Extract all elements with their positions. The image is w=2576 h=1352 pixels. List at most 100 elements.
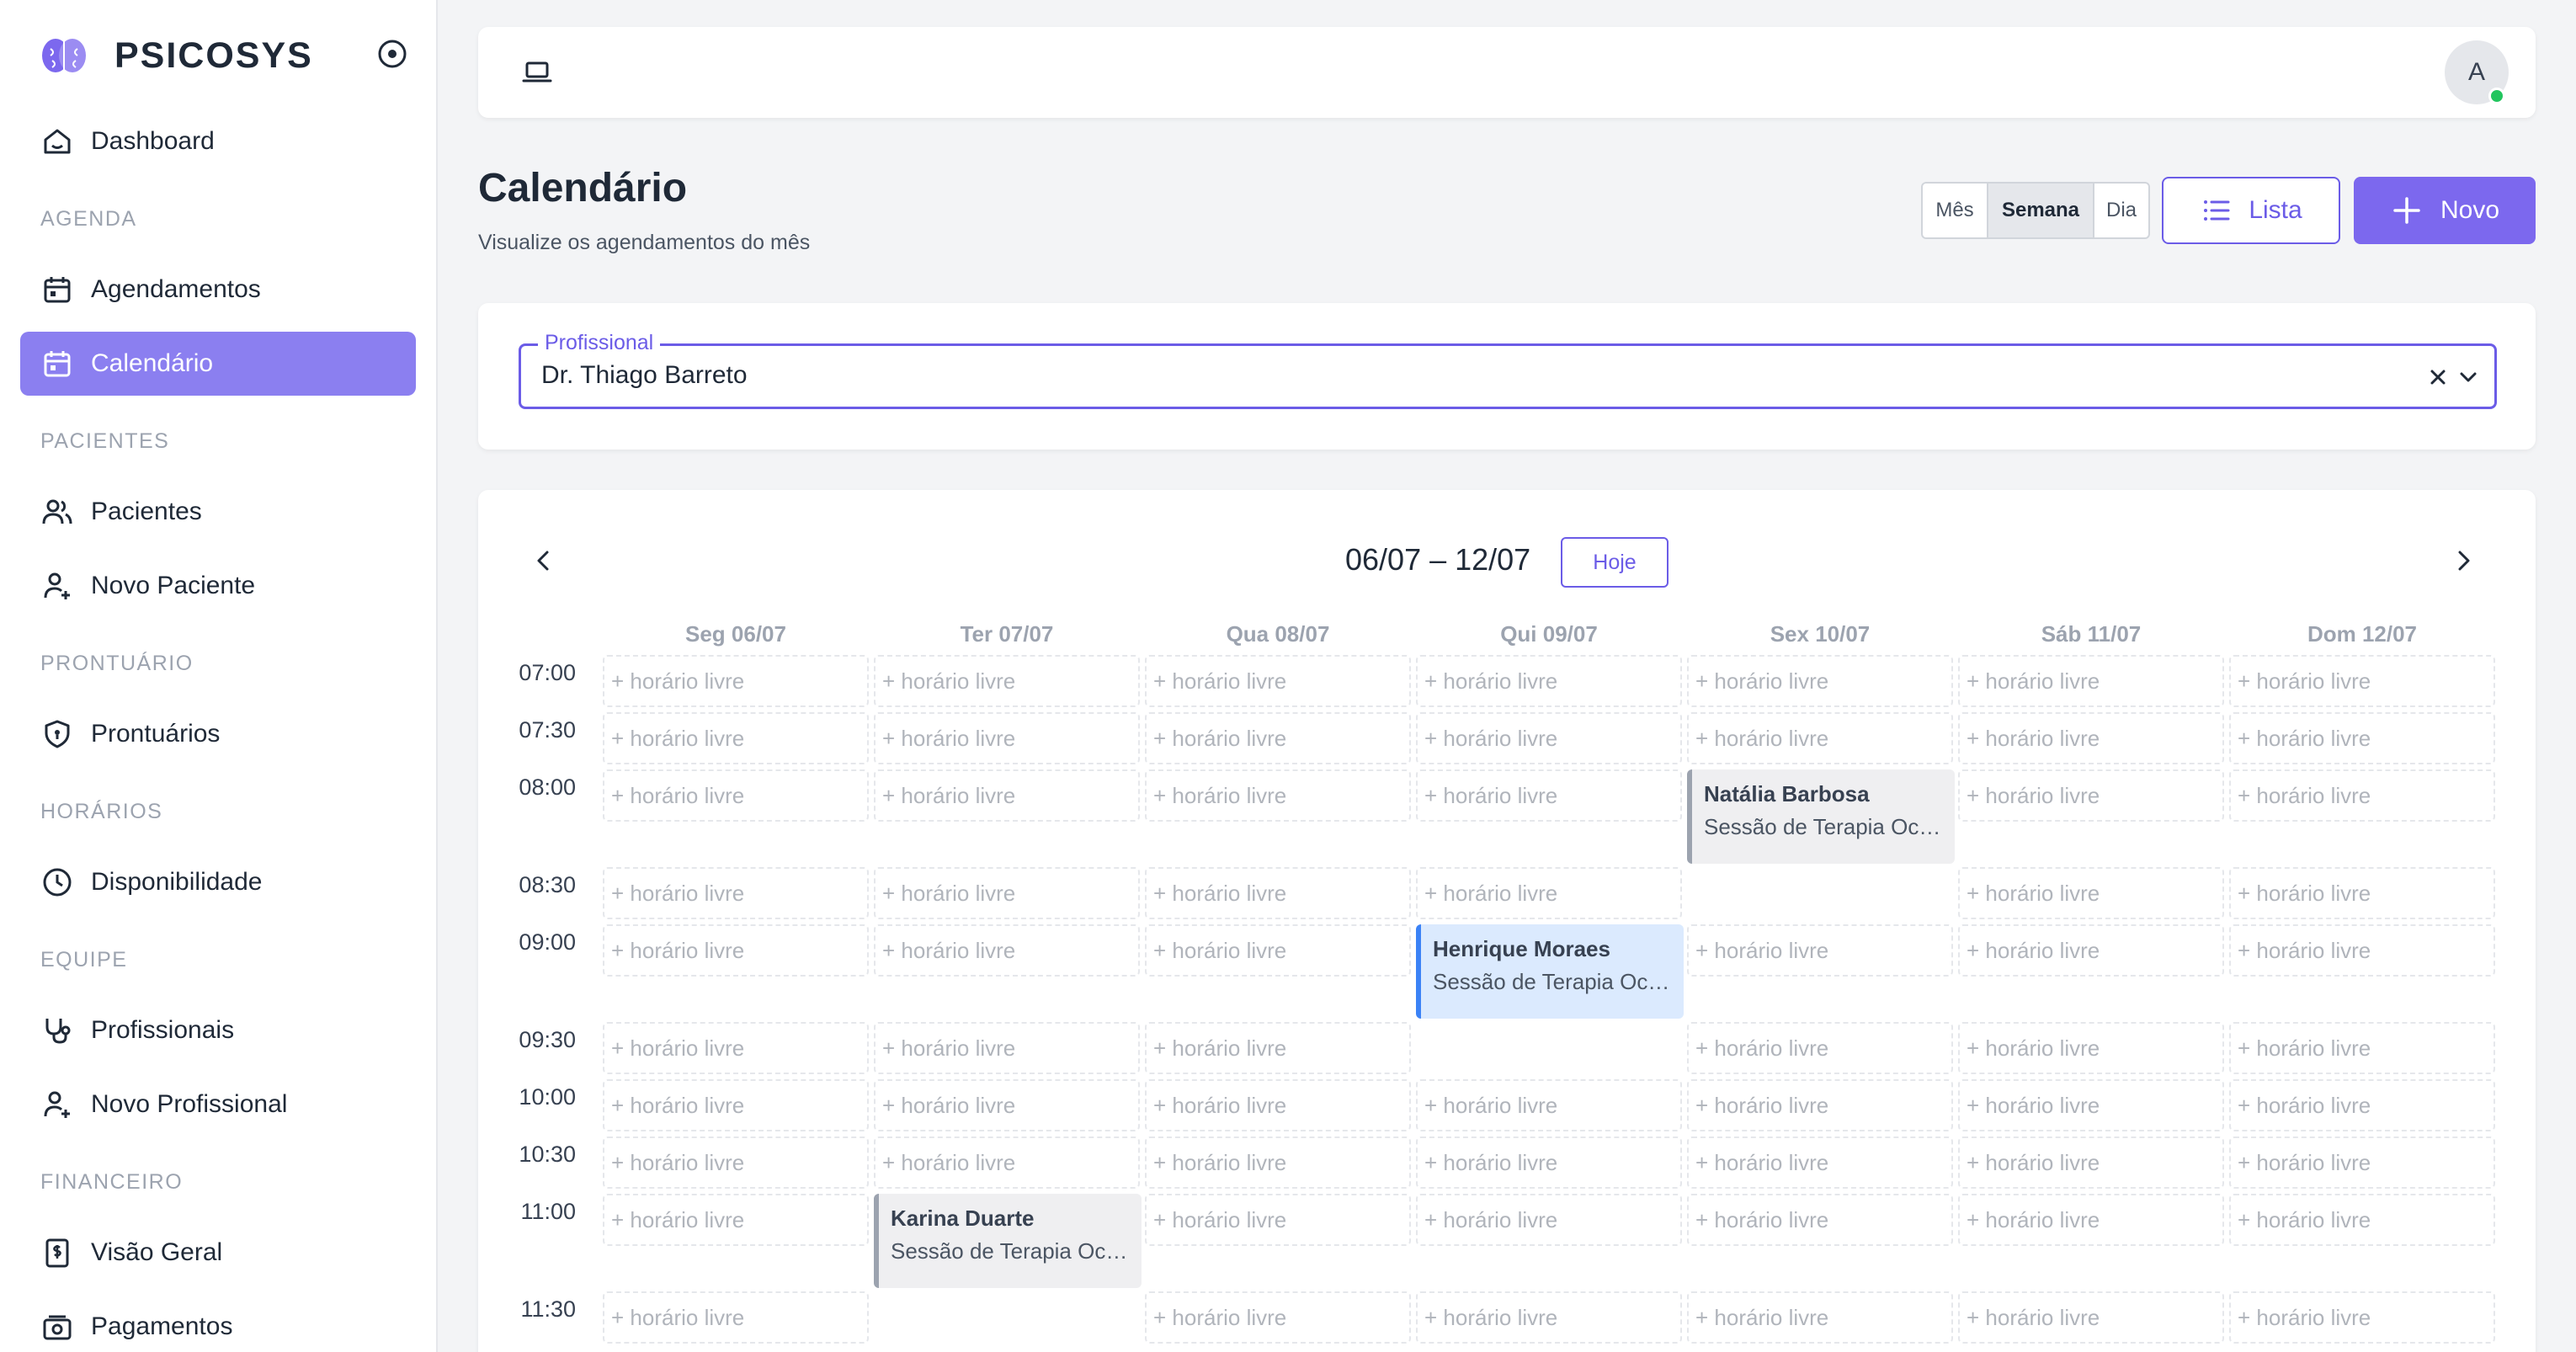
free-slot[interactable]: + horário livre xyxy=(1687,1079,1953,1131)
view-month-button[interactable]: Mês xyxy=(1923,184,1988,237)
laptop-icon[interactable] xyxy=(520,56,554,89)
free-slot[interactable]: + horário livre xyxy=(1416,867,1682,919)
free-slot[interactable]: + horário livre xyxy=(1416,1136,1682,1189)
free-slot[interactable]: + horário livre xyxy=(603,1022,869,1074)
free-slot[interactable]: + horário livre xyxy=(1145,924,1411,977)
free-slot[interactable]: + horário livre xyxy=(1145,1194,1411,1246)
free-slot[interactable]: + horário livre xyxy=(1687,1022,1953,1074)
day-header: Seg 06/07 xyxy=(685,621,786,647)
sidebar-item-calendario[interactable]: Calendário xyxy=(20,332,416,396)
chevron-right-icon[interactable] xyxy=(2448,546,2478,576)
free-slot[interactable]: + horário livre xyxy=(1958,1291,2224,1344)
free-slot[interactable]: + horário livre xyxy=(1958,712,2224,764)
free-slot[interactable]: + horário livre xyxy=(1958,769,2224,822)
free-slot[interactable]: + horário livre xyxy=(1958,1079,2224,1131)
online-status-indicator xyxy=(2488,88,2505,104)
sidebar-item-dashboard[interactable]: Dashboard xyxy=(20,109,416,173)
free-slot[interactable]: + horário livre xyxy=(1416,1079,1682,1131)
calendar-icon xyxy=(44,277,71,303)
sidebar-item-visao-geral[interactable]: Visão Geral xyxy=(20,1221,416,1285)
free-slot[interactable]: + horário livre xyxy=(1958,1136,2224,1189)
free-slot[interactable]: + horário livre xyxy=(1145,655,1411,707)
today-button[interactable]: Hoje xyxy=(1561,537,1669,588)
time-label: 08:00 xyxy=(519,774,576,800)
free-slot[interactable]: + horário livre xyxy=(874,924,1140,977)
professional-select[interactable]: Profissional Dr. Thiago Barreto xyxy=(519,331,2497,409)
free-slot[interactable]: + horário livre xyxy=(874,1079,1140,1131)
free-slot[interactable]: + horário livre xyxy=(874,712,1140,764)
free-slot[interactable]: + horário livre xyxy=(1687,1291,1953,1344)
free-slot[interactable]: + horário livre xyxy=(1416,1194,1682,1246)
free-slot[interactable]: + horário livre xyxy=(603,769,869,822)
free-slot[interactable]: + horário livre xyxy=(1145,1136,1411,1189)
free-slot[interactable]: + horário livre xyxy=(1958,867,2224,919)
free-slot[interactable]: + horário livre xyxy=(603,1079,869,1131)
free-slot[interactable]: + horário livre xyxy=(2229,712,2495,764)
free-slot[interactable]: + horário livre xyxy=(2229,1022,2495,1074)
free-slot[interactable]: + horário livre xyxy=(603,924,869,977)
sidebar-item-agendamentos[interactable]: Agendamentos xyxy=(20,258,416,322)
free-slot[interactable]: + horário livre xyxy=(874,1022,1140,1074)
free-slot[interactable]: + horário livre xyxy=(1687,1194,1953,1246)
free-slot[interactable]: + horário livre xyxy=(603,712,869,764)
free-slot[interactable]: + horário livre xyxy=(874,867,1140,919)
collapse-sidebar-icon[interactable] xyxy=(375,37,409,71)
free-slot[interactable]: + horário livre xyxy=(1958,1194,2224,1246)
appointment-event[interactable]: Karina Duarte Sessão de Terapia Ocupacion… xyxy=(874,1194,1142,1288)
chevron-left-icon[interactable] xyxy=(529,546,559,576)
free-slot[interactable]: + horário livre xyxy=(874,655,1140,707)
free-slot[interactable]: + horário livre xyxy=(1687,655,1953,707)
clear-icon[interactable] xyxy=(2425,365,2451,390)
free-slot[interactable]: + horário livre xyxy=(1145,1291,1411,1344)
appointment-event[interactable]: Henrique Moraes Sessão de Terapia Ocupaci… xyxy=(1416,924,1684,1019)
free-slot[interactable]: + horário livre xyxy=(1416,1291,1682,1344)
free-slot[interactable]: + horário livre xyxy=(1958,655,2224,707)
free-slot[interactable]: + horário livre xyxy=(1145,1022,1411,1074)
view-day-button[interactable]: Dia xyxy=(2094,184,2148,237)
home-icon xyxy=(44,129,71,154)
free-slot[interactable]: + horário livre xyxy=(874,769,1140,822)
free-slot[interactable]: + horário livre xyxy=(874,1136,1140,1189)
free-slot[interactable]: + horário livre xyxy=(1416,769,1682,822)
chevron-down-icon[interactable] xyxy=(2456,365,2481,390)
professional-select-value: Dr. Thiago Barreto xyxy=(541,361,748,389)
free-slot[interactable]: + horário livre xyxy=(1687,1136,1953,1189)
free-slot[interactable]: + horário livre xyxy=(603,1194,869,1246)
sidebar-item-novo-profissional[interactable]: Novo Profissional xyxy=(20,1073,416,1136)
free-slot[interactable]: + horário livre xyxy=(1958,924,2224,977)
free-slot[interactable]: + horário livre xyxy=(1145,769,1411,822)
free-slot[interactable]: + horário livre xyxy=(603,655,869,707)
time-label: 07:00 xyxy=(519,660,576,685)
free-slot[interactable]: + horário livre xyxy=(1958,1022,2224,1074)
free-slot[interactable]: + horário livre xyxy=(1145,712,1411,764)
new-appointment-button[interactable]: Novo xyxy=(2354,177,2536,244)
free-slot[interactable]: + horário livre xyxy=(2229,769,2495,822)
sidebar-item-profissionais[interactable]: Profissionais xyxy=(20,998,416,1062)
list-view-button[interactable]: Lista xyxy=(2162,177,2340,244)
brand[interactable]: PSICOSYS xyxy=(39,30,313,81)
appointment-event[interactable]: Natália Barbosa Sessão de Terapia Ocupaci… xyxy=(1687,769,1955,864)
free-slot[interactable]: + horário livre xyxy=(1145,1079,1411,1131)
free-slot[interactable]: + horário livre xyxy=(1687,924,1953,977)
free-slot[interactable]: + horário livre xyxy=(1416,712,1682,764)
free-slot[interactable]: + horário livre xyxy=(2229,867,2495,919)
section-financeiro: FINANCEIRO xyxy=(40,1169,184,1194)
sidebar-item-pacientes[interactable]: Pacientes xyxy=(20,480,416,544)
free-slot[interactable]: + horário livre xyxy=(2229,1291,2495,1344)
free-slot[interactable]: + horário livre xyxy=(603,1136,869,1189)
free-slot[interactable]: + horário livre xyxy=(603,867,869,919)
free-slot[interactable]: + horário livre xyxy=(2229,1079,2495,1131)
free-slot[interactable]: + horário livre xyxy=(1145,867,1411,919)
sidebar-item-disponibilidade[interactable]: Disponibilidade xyxy=(20,850,416,914)
sidebar-item-novo-paciente[interactable]: Novo Paciente xyxy=(20,554,416,618)
sidebar-item-pagamentos[interactable]: Pagamentos xyxy=(20,1295,416,1352)
free-slot[interactable]: + horário livre xyxy=(2229,924,2495,977)
free-slot[interactable]: + horário livre xyxy=(1416,655,1682,707)
free-slot[interactable]: + horário livre xyxy=(2229,1194,2495,1246)
free-slot[interactable]: + horário livre xyxy=(2229,655,2495,707)
free-slot[interactable]: + horário livre xyxy=(603,1291,869,1344)
free-slot[interactable]: + horário livre xyxy=(2229,1136,2495,1189)
view-week-button[interactable]: Semana xyxy=(1988,184,2094,237)
free-slot[interactable]: + horário livre xyxy=(1687,712,1953,764)
sidebar-item-prontuarios[interactable]: Prontuários xyxy=(20,702,416,766)
